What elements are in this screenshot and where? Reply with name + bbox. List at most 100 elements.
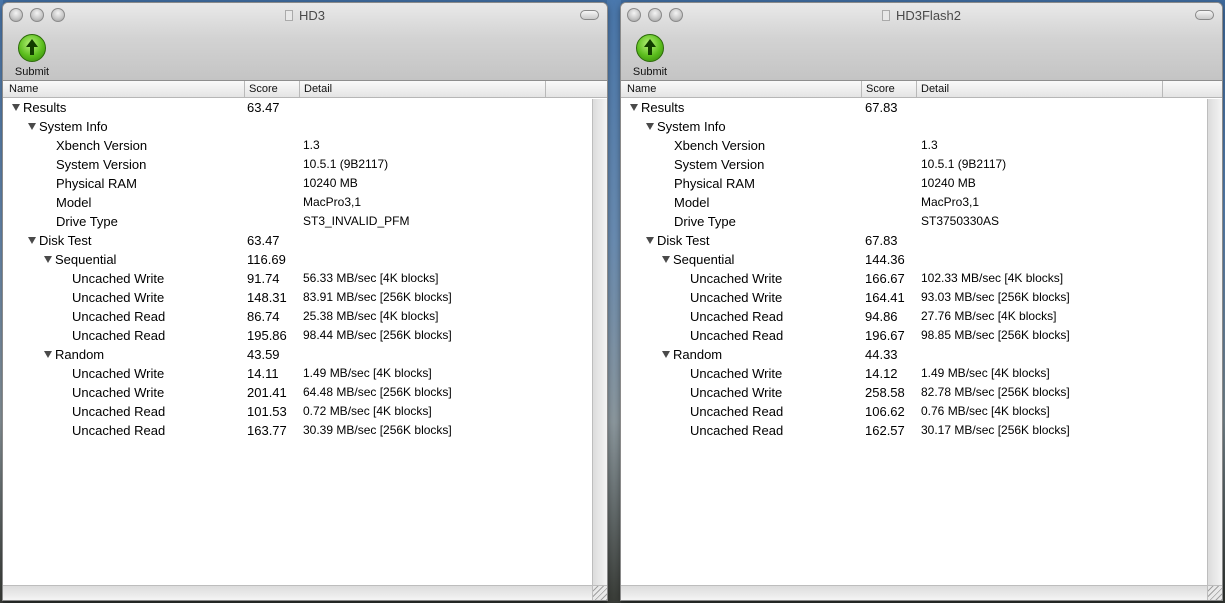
row-name: Uncached Write [72, 364, 164, 383]
disclosure-triangle-icon[interactable] [12, 104, 20, 111]
row-score: 116.69 [247, 252, 286, 267]
outline-row[interactable]: Uncached Write 14.11 1.49 MB/sec [4K block… [3, 364, 607, 383]
row-detail: 10240 MB [303, 176, 358, 190]
row-name-text: Drive Type [56, 214, 118, 229]
outline-row[interactable]: Physical RAM 10240 MB [3, 174, 607, 193]
upload-arrow-icon [636, 34, 664, 62]
row-name-text: Uncached Read [690, 328, 784, 343]
row-name: Results [630, 98, 684, 117]
column-header-name[interactable]: Name [5, 83, 38, 95]
outline-row[interactable]: Drive Type ST3750330AS [621, 212, 1222, 231]
row-score: 67.83 [865, 233, 898, 248]
column-header-score[interactable]: Score [245, 83, 278, 95]
row-name-text: System Version [674, 157, 765, 172]
row-name: Xbench Version [56, 136, 147, 155]
row-name-text: Disk Test [39, 233, 92, 248]
horizontal-scrollbar[interactable] [621, 585, 1207, 600]
row-score: 14.12 [865, 366, 898, 381]
disclosure-triangle-icon[interactable] [630, 104, 638, 111]
results-outline: Results 63.47 System Info Xbench Version 1.3… [3, 98, 607, 440]
disclosure-triangle-icon[interactable] [662, 351, 670, 358]
outline-row[interactable]: Results 67.83 [621, 98, 1222, 117]
outline-row[interactable]: Uncached Write 14.12 1.49 MB/sec [4K block… [621, 364, 1222, 383]
outline-row[interactable]: Physical RAM 10240 MB [621, 174, 1222, 193]
outline-row[interactable]: Model MacPro3,1 [621, 193, 1222, 212]
outline-row[interactable]: Uncached Write 166.67 102.33 MB/sec [4K bl… [621, 269, 1222, 288]
window-title-text: HD3Flash2 [895, 8, 962, 23]
row-name: Uncached Write [690, 383, 782, 402]
outline-row[interactable]: Random 43.59 [3, 345, 607, 364]
outline-row[interactable]: Uncached Write 91.74 56.33 MB/sec [4K bloc… [3, 269, 607, 288]
outline-row[interactable]: Results 63.47 [3, 98, 607, 117]
column-divider[interactable] [1162, 81, 1163, 97]
row-score: 164.41 [865, 290, 905, 305]
outline-row[interactable]: Uncached Read 106.62 0.76 MB/sec [4K block… [621, 402, 1222, 421]
toolbar-toggle-button[interactable] [1195, 10, 1214, 20]
column-header: Name Score Detail [621, 81, 1222, 98]
outline-row[interactable]: System Info [3, 117, 607, 136]
outline-row[interactable]: Sequential 144.36 [621, 250, 1222, 269]
outline-row[interactable]: Uncached Read 101.53 0.72 MB/sec [4K block… [3, 402, 607, 421]
outline-row[interactable]: Uncached Write 164.41 93.03 MB/sec [256K b… [621, 288, 1222, 307]
outline-row[interactable]: Sequential 116.69 [3, 250, 607, 269]
row-name: Uncached Read [690, 326, 783, 345]
column-header-detail[interactable]: Detail [917, 83, 949, 95]
row-name-text: Disk Test [657, 233, 710, 248]
submit-button[interactable]: Submit [11, 34, 53, 78]
resize-grip[interactable] [1207, 585, 1222, 600]
outline-row[interactable]: Random 44.33 [621, 345, 1222, 364]
row-name-text: Uncached Write [72, 385, 165, 400]
outline-row[interactable]: Uncached Write 201.41 64.48 MB/sec [256K b… [3, 383, 607, 402]
outline-row[interactable]: Uncached Read 163.77 30.39 MB/sec [256K bl… [3, 421, 607, 440]
row-score: 67.83 [865, 100, 898, 115]
column-divider[interactable] [545, 81, 546, 97]
outline-row[interactable]: Uncached Write 148.31 83.91 MB/sec [256K b… [3, 288, 607, 307]
row-name: Sequential [662, 250, 734, 269]
outline-row[interactable]: System Info [621, 117, 1222, 136]
outline-row[interactable]: Disk Test 67.83 [621, 231, 1222, 250]
outline-row[interactable]: Disk Test 63.47 [3, 231, 607, 250]
column-header-detail[interactable]: Detail [300, 83, 332, 95]
row-detail: 0.76 MB/sec [4K blocks] [921, 404, 1050, 418]
disclosure-triangle-icon[interactable] [646, 237, 654, 244]
outline-row[interactable]: Model MacPro3,1 [3, 193, 607, 212]
vertical-scrollbar[interactable] [1207, 99, 1222, 585]
row-detail: MacPro3,1 [303, 195, 362, 209]
disclosure-triangle-icon[interactable] [28, 123, 36, 130]
row-name: System Version [56, 155, 146, 174]
row-name: Random [44, 345, 104, 364]
outline-row[interactable]: Uncached Read 195.86 98.44 MB/sec [256K bl… [3, 326, 607, 345]
column-header-name[interactable]: Name [623, 83, 656, 95]
disclosure-triangle-icon[interactable] [662, 256, 670, 263]
disclosure-triangle-icon[interactable] [28, 237, 36, 244]
horizontal-scrollbar[interactable] [3, 585, 592, 600]
outline-row[interactable]: Drive Type ST3_INVALID_PFM [3, 212, 607, 231]
row-score: 195.86 [247, 328, 287, 343]
outline-row[interactable]: Xbench Version 1.3 [3, 136, 607, 155]
row-detail: 27.76 MB/sec [4K blocks] [921, 309, 1057, 323]
outline-row[interactable]: System Version 10.5.1 (9B2117) [3, 155, 607, 174]
row-name-text: Xbench Version [674, 138, 766, 153]
row-score: 162.57 [865, 423, 905, 438]
outline-row[interactable]: System Version 10.5.1 (9B2117) [621, 155, 1222, 174]
outline-row[interactable]: Uncached Read 94.86 27.76 MB/sec [4K block… [621, 307, 1222, 326]
submit-button[interactable]: Submit [629, 34, 671, 78]
disclosure-triangle-icon[interactable] [646, 123, 654, 130]
column-header-score[interactable]: Score [862, 83, 895, 95]
row-score: 14.11 [247, 366, 279, 381]
row-name-text: Uncached Write [690, 290, 783, 305]
vertical-scrollbar[interactable] [592, 99, 607, 585]
disclosure-triangle-icon[interactable] [44, 351, 52, 358]
disclosure-triangle-icon[interactable] [44, 256, 52, 263]
outline-row[interactable]: Uncached Read 196.67 98.85 MB/sec [256K bl… [621, 326, 1222, 345]
outline-row[interactable]: Uncached Read 86.74 25.38 MB/sec [4K block… [3, 307, 607, 326]
resize-grip[interactable] [592, 585, 607, 600]
outline-row[interactable]: Xbench Version 1.3 [621, 136, 1222, 155]
document-icon [284, 10, 293, 21]
row-detail: 102.33 MB/sec [4K blocks] [921, 271, 1064, 285]
outline-row[interactable]: Uncached Write 258.58 82.78 MB/sec [256K b… [621, 383, 1222, 402]
row-name: Sequential [44, 250, 116, 269]
outline-row[interactable]: Uncached Read 162.57 30.17 MB/sec [256K bl… [621, 421, 1222, 440]
toolbar-toggle-button[interactable] [580, 10, 599, 20]
row-name: Uncached Write [690, 269, 782, 288]
